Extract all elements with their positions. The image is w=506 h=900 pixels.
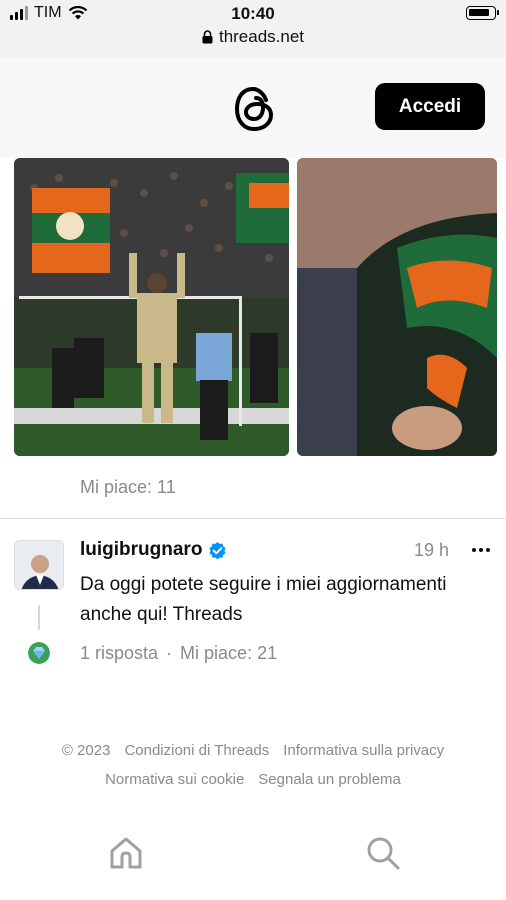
home-icon[interactable] <box>108 835 144 871</box>
post-media-carousel[interactable] <box>14 158 506 456</box>
post-author[interactable]: luigibrugnaro <box>80 539 227 561</box>
meta-separator: · <box>166 643 173 663</box>
search-icon[interactable] <box>365 835 401 871</box>
footer: © 2023 Condizioni di Threads Informativa s… <box>0 736 506 794</box>
post-text: Da oggi potete seguire i miei aggiorname… <box>80 574 447 625</box>
reply-avatar[interactable] <box>28 642 50 664</box>
verified-badge-icon <box>209 541 227 559</box>
url-text[interactable]: threads.net <box>219 27 304 47</box>
previous-post-likes[interactable]: Mi piace: 11 <box>80 477 176 498</box>
battery-level <box>469 9 489 16</box>
lock-icon <box>202 30 213 44</box>
footer-link-report[interactable]: Segnala un problema <box>258 771 401 788</box>
post-divider <box>0 518 506 519</box>
reply-avatar-image <box>28 642 50 664</box>
post-meta: 1 risposta · Mi piace: 21 <box>80 643 277 664</box>
avatar-image <box>15 541 63 589</box>
footer-link-privacy[interactable]: Informativa sulla privacy <box>283 742 444 759</box>
browser-chrome: TIM 10:40 threads.net <box>0 0 506 58</box>
thread-line <box>38 605 40 630</box>
battery-icon <box>466 6 499 20</box>
player-photo-image <box>297 158 497 456</box>
stadium-photo-image <box>14 158 289 456</box>
player-photo[interactable] <box>297 158 497 456</box>
stadium-photo[interactable] <box>14 158 289 456</box>
username[interactable]: luigibrugnaro <box>80 539 202 561</box>
post-time: 19 h <box>414 540 450 560</box>
footer-link-terms[interactable]: Condizioni di Threads <box>124 742 269 759</box>
bottom-nav <box>0 820 506 900</box>
clock: 10:40 <box>231 4 275 23</box>
likes-count[interactable]: Mi piace: 21 <box>180 643 277 664</box>
more-options-icon[interactable] <box>471 540 491 560</box>
copyright: © 2023 <box>61 742 111 759</box>
footer-link-cookies[interactable]: Normativa sui cookie <box>105 771 244 788</box>
threads-logo-icon[interactable] <box>233 85 277 133</box>
replies-count[interactable]: 1 risposta <box>80 643 158 664</box>
address-bar[interactable]: threads.net <box>0 27 506 47</box>
avatar[interactable] <box>14 540 64 590</box>
login-button[interactable]: Accedi <box>375 83 485 130</box>
